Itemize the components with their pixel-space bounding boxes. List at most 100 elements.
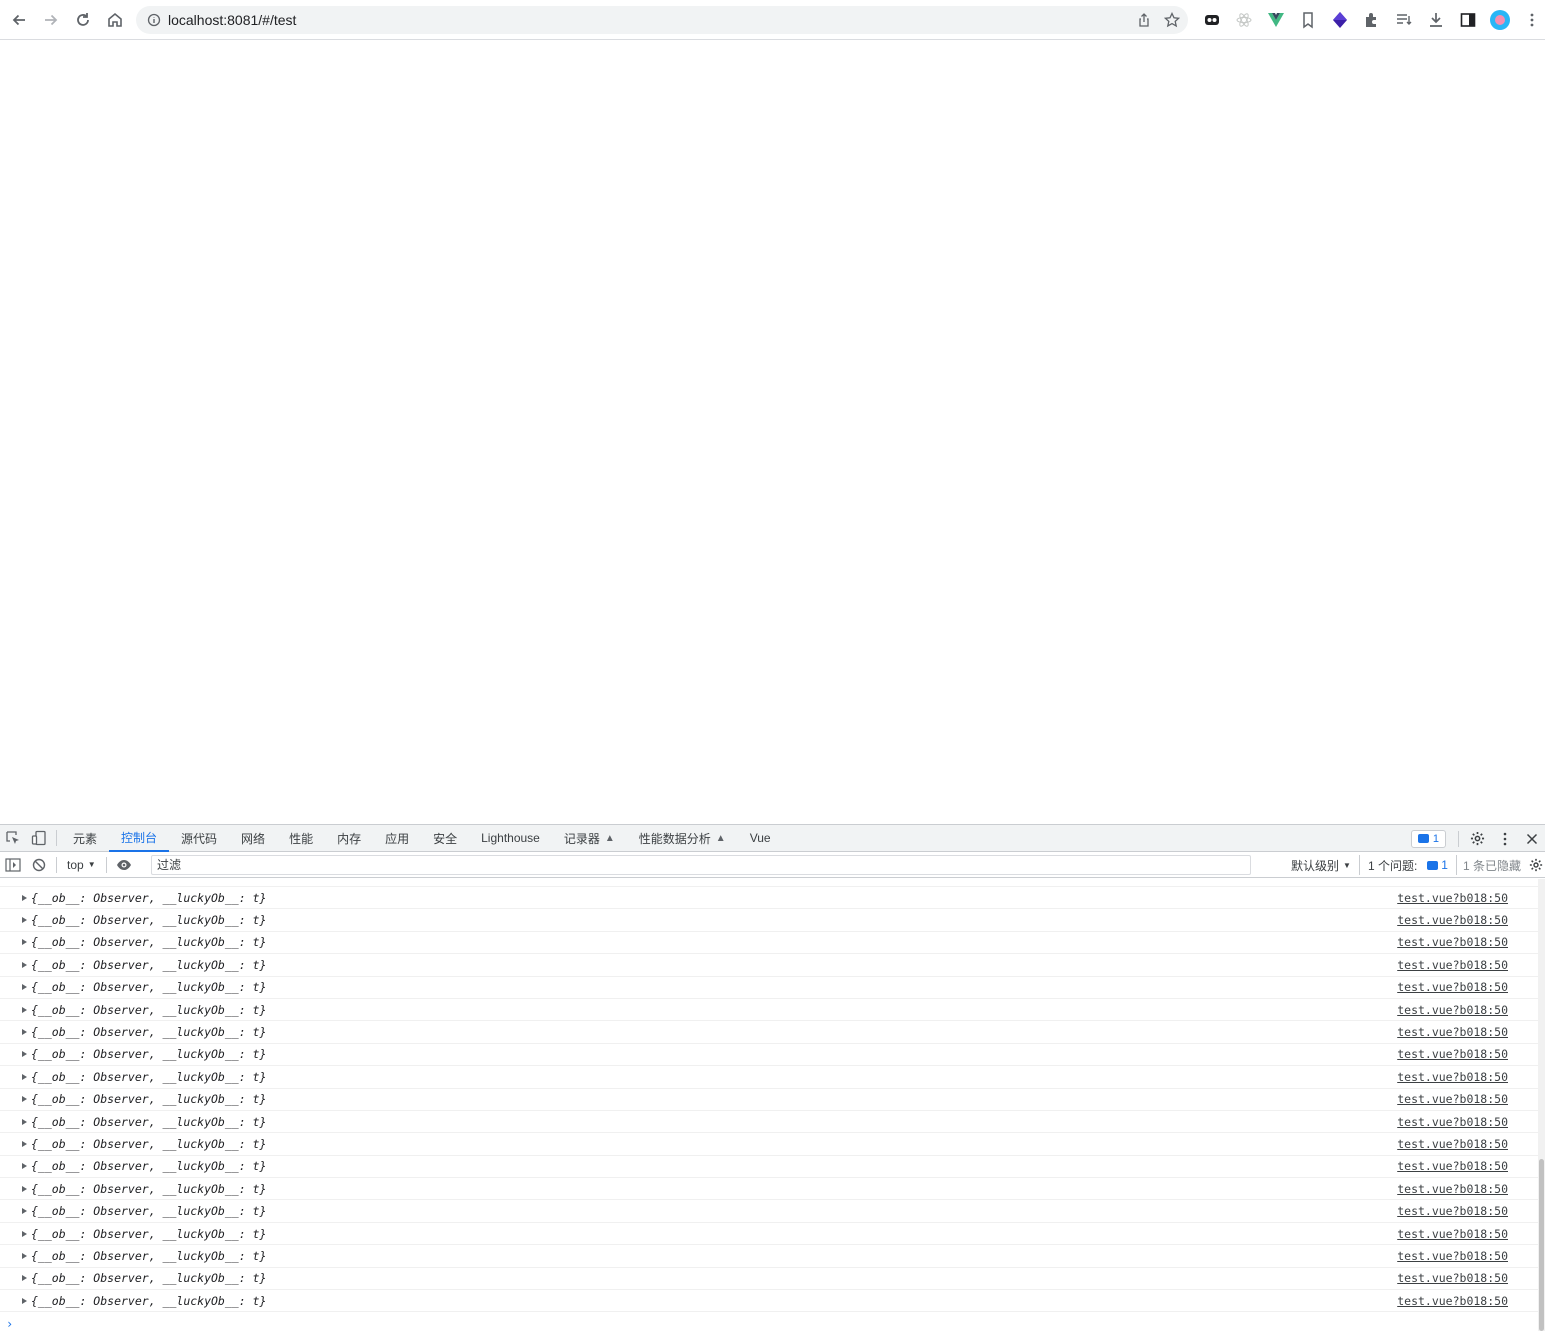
source-link[interactable]: test.vue?b018:50 <box>1397 1137 1508 1151</box>
expand-triangle-icon[interactable] <box>22 1029 27 1036</box>
devtools-tab-4[interactable]: 性能 <box>277 825 325 852</box>
console-message[interactable]: {__ob__: Observer, __luckyOb__: t} <box>31 1070 266 1084</box>
source-link[interactable]: test.vue?b018:50 <box>1397 1271 1508 1285</box>
console-settings-button[interactable] <box>1527 852 1545 878</box>
home-button[interactable] <box>100 5 130 35</box>
source-link[interactable]: test.vue?b018:50 <box>1397 1227 1508 1241</box>
console-message[interactable]: {__ob__: Observer, __luckyOb__: t} <box>31 958 266 972</box>
bookmark-icon[interactable] <box>1292 6 1324 34</box>
console-message[interactable]: {__ob__: Observer, __luckyOb__: t} <box>31 1115 266 1129</box>
issues-counter[interactable]: 1 个问题: 1 <box>1358 855 1456 875</box>
source-link[interactable]: test.vue?b018:50 <box>1397 1294 1508 1308</box>
console-message[interactable]: {__ob__: Observer, __luckyOb__: t} <box>31 1249 266 1263</box>
source-link[interactable]: test.vue?b018:50 <box>1397 1249 1508 1263</box>
console-message[interactable]: {__ob__: Observer, __luckyOb__: t} <box>31 1271 266 1285</box>
devtools-tab-10[interactable]: 性能数据分析 ▲ <box>627 825 738 852</box>
reload-button[interactable] <box>68 5 98 35</box>
expand-triangle-icon[interactable] <box>22 1073 27 1080</box>
expand-triangle-icon[interactable] <box>22 1006 27 1013</box>
devtools-tab-5[interactable]: 内存 <box>325 825 373 852</box>
expand-triangle-icon[interactable] <box>22 961 27 968</box>
console-message[interactable]: {__ob__: Observer, __luckyOb__: t} <box>31 1182 266 1196</box>
console-message[interactable]: {__ob__: Observer, __luckyOb__: t} <box>31 1159 266 1173</box>
console-message[interactable]: {__ob__: Observer, __luckyOb__: t} <box>31 1137 266 1151</box>
back-button[interactable] <box>4 5 34 35</box>
console-scrollbar[interactable] <box>1538 879 1545 1331</box>
log-level-dropdown[interactable]: 默认级别 ▼ <box>1283 857 1359 874</box>
source-link[interactable]: test.vue?b018:50 <box>1397 1115 1508 1129</box>
expand-triangle-icon[interactable] <box>22 1275 27 1282</box>
clear-console-button[interactable] <box>26 852 52 878</box>
issues-badge[interactable]: 1 <box>1410 829 1446 848</box>
device-toolbar-button[interactable] <box>26 825 52 851</box>
expand-triangle-icon[interactable] <box>22 1230 27 1237</box>
devtools-tab-7[interactable]: 安全 <box>421 825 469 852</box>
share-icon[interactable] <box>1134 10 1154 30</box>
site-info-icon[interactable] <box>140 13 168 27</box>
console-message[interactable]: {__ob__: Observer, __luckyOb__: t} <box>31 891 266 905</box>
extensions-puzzle-icon[interactable] <box>1356 6 1388 34</box>
address-bar[interactable]: localhost:8081/#/test <box>136 6 1188 34</box>
download-icon[interactable] <box>1420 6 1452 34</box>
expand-triangle-icon[interactable] <box>22 1297 27 1304</box>
expand-triangle-icon[interactable] <box>22 1096 27 1103</box>
devtools-tab-8[interactable]: Lighthouse <box>469 825 552 852</box>
vue-devtools-icon[interactable] <box>1260 6 1292 34</box>
devtools-tab-6[interactable]: 应用 <box>373 825 421 852</box>
devtools-tab-11[interactable]: Vue <box>738 825 783 852</box>
console-message[interactable]: {__ob__: Observer, __luckyOb__: t} <box>31 980 266 994</box>
side-panel-icon[interactable] <box>1452 6 1484 34</box>
browser-menu-icon[interactable] <box>1516 6 1545 34</box>
extension-mask-icon[interactable] <box>1196 6 1228 34</box>
console-message[interactable]: {__ob__: Observer, __luckyOb__: t} <box>31 913 266 927</box>
source-link[interactable]: test.vue?b018:50 <box>1397 1159 1508 1173</box>
console-message[interactable]: {__ob__: Observer, __luckyOb__: t} <box>31 1092 266 1106</box>
console-message[interactable]: {__ob__: Observer, __luckyOb__: t} <box>31 1294 266 1308</box>
source-link[interactable]: test.vue?b018:50 <box>1397 958 1508 972</box>
source-link[interactable]: test.vue?b018:50 <box>1397 891 1508 905</box>
console-message[interactable]: {__ob__: Observer, __luckyOb__: t} <box>31 1003 266 1017</box>
source-link[interactable]: test.vue?b018:50 <box>1397 1003 1508 1017</box>
source-link[interactable]: test.vue?b018:50 <box>1397 980 1508 994</box>
devtools-more-button[interactable] <box>1491 825 1519 852</box>
console-message[interactable]: {__ob__: Observer, __luckyOb__: t} <box>31 1025 266 1039</box>
devtools-tab-0[interactable]: 元素 <box>61 825 109 852</box>
console-filter-input[interactable] <box>151 855 1251 875</box>
devtools-settings-button[interactable] <box>1463 825 1491 852</box>
devtools-tab-1[interactable]: 控制台 <box>109 825 170 852</box>
source-link[interactable]: test.vue?b018:50 <box>1397 1025 1508 1039</box>
expand-triangle-icon[interactable] <box>22 1208 27 1215</box>
expand-triangle-icon[interactable] <box>22 1163 27 1170</box>
source-link[interactable]: test.vue?b018:50 <box>1397 1070 1508 1084</box>
source-link[interactable]: test.vue?b018:50 <box>1397 1204 1508 1218</box>
expand-triangle-icon[interactable] <box>22 1118 27 1125</box>
expand-triangle-icon[interactable] <box>22 917 27 924</box>
console-message[interactable]: {__ob__: Observer, __luckyOb__: t} <box>31 1047 266 1061</box>
context-selector[interactable]: top ▼ <box>61 852 102 878</box>
devtools-tab-3[interactable]: 网络 <box>229 825 277 852</box>
source-link[interactable]: test.vue?b018:50 <box>1397 1047 1508 1061</box>
source-link[interactable]: test.vue?b018:50 <box>1397 935 1508 949</box>
expand-triangle-icon[interactable] <box>22 1051 27 1058</box>
expand-triangle-icon[interactable] <box>22 1140 27 1147</box>
react-devtools-icon[interactable] <box>1228 6 1260 34</box>
inspect-element-button[interactable] <box>0 825 26 851</box>
expand-triangle-icon[interactable] <box>22 1185 27 1192</box>
extension-cube-icon[interactable] <box>1324 6 1356 34</box>
expand-triangle-icon[interactable] <box>22 984 27 991</box>
console-message[interactable]: {__ob__: Observer, __luckyOb__: t} <box>31 1227 266 1241</box>
devtools-tab-2[interactable]: 源代码 <box>169 825 229 852</box>
forward-button[interactable] <box>36 5 66 35</box>
expand-triangle-icon[interactable] <box>22 939 27 946</box>
profile-avatar[interactable] <box>1484 6 1516 34</box>
console-prompt-row[interactable]: › <box>0 1312 1538 1331</box>
source-link[interactable]: test.vue?b018:50 <box>1397 1092 1508 1106</box>
console-message[interactable]: {__ob__: Observer, __luckyOb__: t} <box>31 935 266 949</box>
source-link[interactable]: test.vue?b018:50 <box>1397 913 1508 927</box>
console-message[interactable]: {__ob__: Observer, __luckyOb__: t} <box>31 1204 266 1218</box>
show-sidebar-button[interactable] <box>0 852 26 878</box>
live-expression-button[interactable] <box>111 852 137 878</box>
devtools-tab-9[interactable]: 记录器 ▲ <box>552 825 627 852</box>
bookmark-star-icon[interactable] <box>1162 10 1182 30</box>
scrollbar-thumb[interactable] <box>1539 1159 1544 1331</box>
